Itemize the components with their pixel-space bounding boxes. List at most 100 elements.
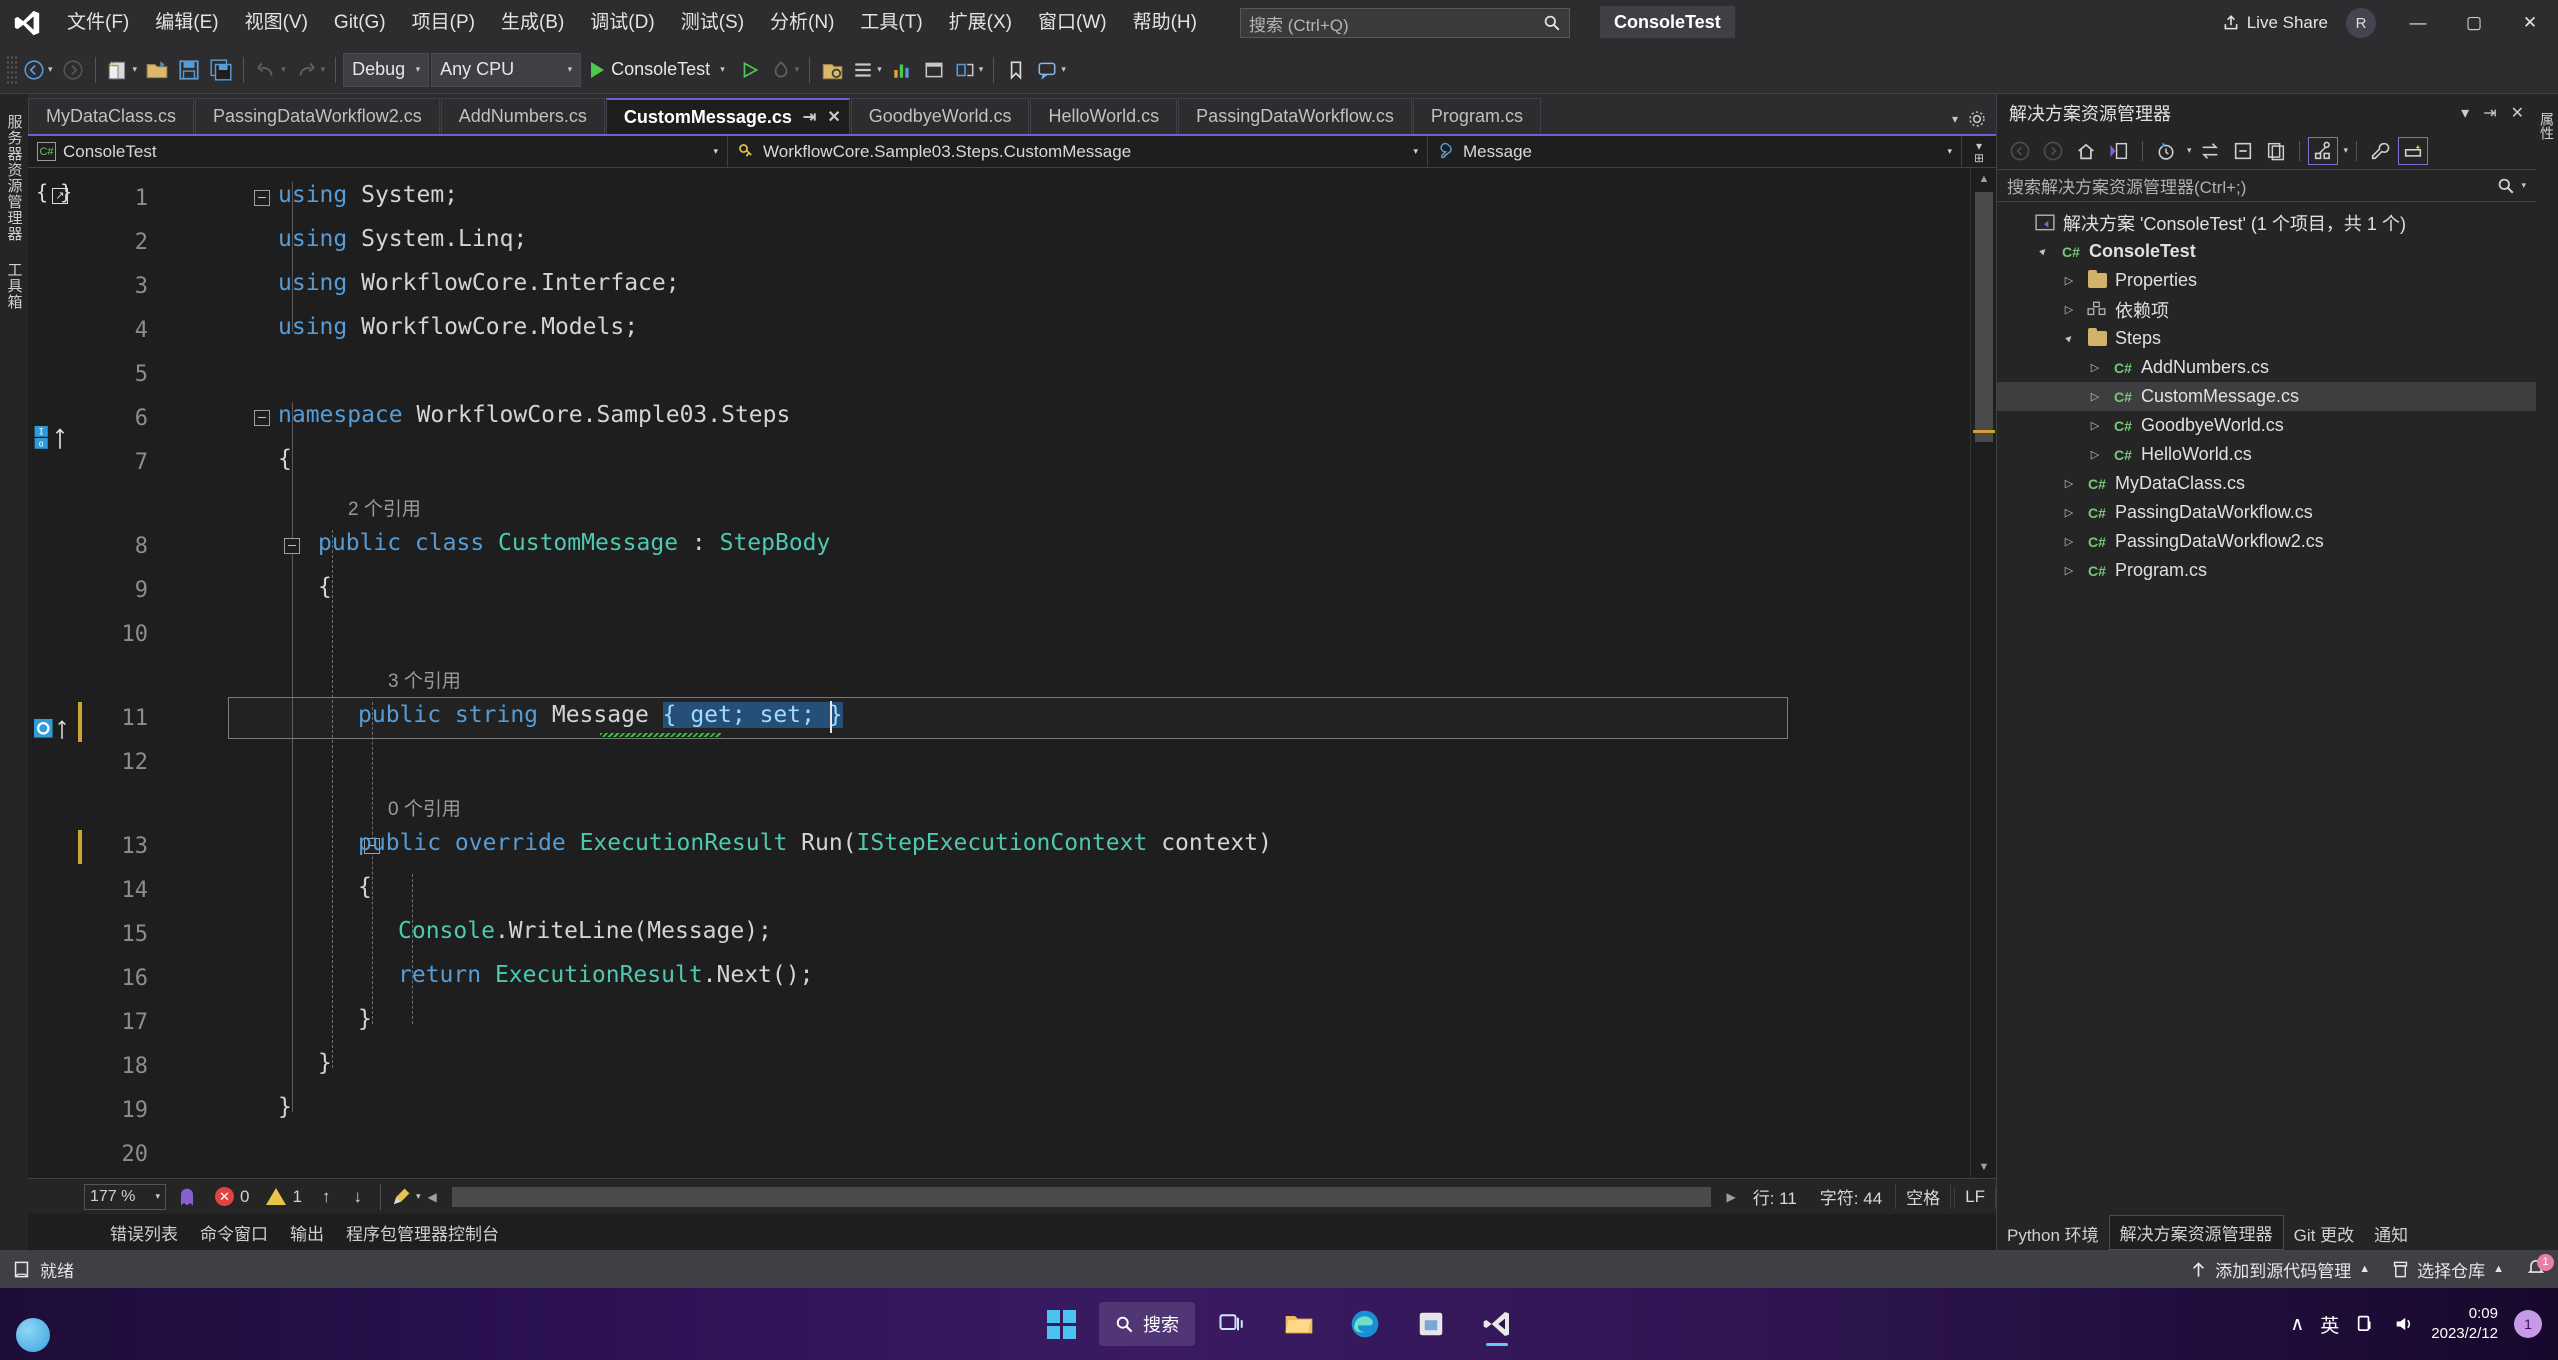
prev-issue-button[interactable]: ↑ — [312, 1187, 341, 1207]
redo-button[interactable]: ▾ — [291, 53, 329, 87]
menu-git[interactable]: Git(G) — [321, 0, 399, 46]
navbar-member-dropdown[interactable]: Message ▾ — [1428, 136, 1962, 168]
rail-tab-server-explorer[interactable]: 服务器资源管理器 — [1, 104, 28, 252]
list-view-button[interactable]: ▾ — [849, 53, 885, 87]
start-debug-button[interactable]: ConsoleTest ▾ — [583, 53, 733, 87]
global-search-input[interactable]: 搜索 (Ctrl+Q) — [1240, 8, 1570, 38]
menu-tools[interactable]: 工具(T) — [847, 0, 935, 46]
tool-tab-output[interactable]: 输出 — [290, 1220, 324, 1245]
toolbar-grip[interactable] — [6, 55, 18, 85]
editor-horizontal-scrollbar[interactable] — [452, 1187, 1712, 1207]
solution-configuration-dropdown[interactable]: Debug ▾ — [343, 53, 429, 87]
solution-tree-item[interactable]: ▷Properties — [1997, 266, 2536, 295]
zoom-level-dropdown[interactable]: 177 % ▾ — [84, 1184, 166, 1210]
code-line[interactable]: public string Message { get; set; } — [358, 702, 843, 728]
tools-caret[interactable]: ▾ — [979, 64, 984, 75]
code-line[interactable]: } — [358, 1006, 372, 1032]
list-view-caret[interactable]: ▾ — [877, 64, 882, 75]
pin-icon[interactable]: ⇥ — [2483, 103, 2496, 123]
collapsed-twisty-icon[interactable]: ▷ — [2059, 303, 2079, 316]
collapsed-twisty-icon[interactable]: ▷ — [2085, 448, 2105, 461]
navbar-type-dropdown[interactable]: WorkflowCore.Sample03.Steps.CustomMessag… — [728, 136, 1428, 168]
solution-tree-item[interactable]: ▷C#HelloWorld.cs — [1997, 440, 2536, 469]
code-line[interactable]: namespace WorkflowCore.Sample03.Steps — [278, 402, 790, 428]
menu-window[interactable]: 窗口(W) — [1025, 0, 1120, 46]
solution-tree-item[interactable]: ▷C#PassingDataWorkflow.cs — [1997, 498, 2536, 527]
code-text-area[interactable]: ––––1using System;2using System.Linq;3us… — [78, 168, 1996, 1178]
se-search-caret[interactable]: ▾ — [2521, 180, 2526, 191]
tool-tab-error-list[interactable]: 错误列表 — [110, 1220, 178, 1245]
gear-icon[interactable] — [1968, 110, 1986, 128]
hot-reload-caret[interactable]: ▾ — [795, 64, 800, 75]
notifications-button[interactable]: 1 — [2526, 1257, 2546, 1282]
collapsed-twisty-icon[interactable]: ▷ — [2059, 274, 2079, 287]
collapsed-twisty-icon[interactable]: ▷ — [2059, 564, 2079, 577]
code-fold-toggle[interactable]: – — [284, 538, 300, 554]
ghost-icon[interactable] — [175, 1185, 199, 1209]
se-view-caret[interactable]: ▾ — [2344, 145, 2349, 156]
editor-glyph-margin[interactable]: { } ↗ Io — [28, 168, 78, 1178]
menu-analyze[interactable]: 分析(N) — [757, 0, 847, 46]
solution-explorer-search-input[interactable]: 搜索解决方案资源管理器(Ctrl+;) ▾ — [1997, 170, 2536, 202]
menu-edit[interactable]: 编辑(E) — [142, 0, 231, 46]
maximize-button[interactable]: ▢ — [2446, 0, 2502, 46]
undo-caret[interactable]: ▾ — [281, 64, 286, 75]
hscroll-right-arrow[interactable]: ▶ — [1722, 1190, 1739, 1204]
code-line[interactable]: { — [278, 446, 292, 472]
taskbar-search-box[interactable]: 搜索 — [1099, 1302, 1195, 1346]
output-arrow-glyph-icon[interactable] — [34, 718, 68, 740]
solution-platform-dropdown[interactable]: Any CPU ▾ — [431, 53, 581, 87]
se-view-dependencies-button[interactable] — [2308, 137, 2338, 165]
window-layout-button[interactable] — [919, 53, 949, 87]
se-wrench-button[interactable] — [2365, 137, 2395, 165]
notification-center-badge[interactable]: 1 — [2514, 1310, 2542, 1338]
dock-tab-solution-explorer[interactable]: 解决方案资源管理器 — [2109, 1215, 2284, 1250]
codelens-reference-count[interactable]: 3 个引用 — [388, 666, 461, 693]
taskbar-search-button[interactable]: 搜索 — [1099, 1296, 1195, 1352]
hscrollbar-thumb[interactable] — [452, 1187, 1712, 1207]
expanded-twisty-icon[interactable]: ▲ — [2032, 241, 2054, 263]
menu-project[interactable]: 项目(P) — [399, 0, 488, 46]
menu-view[interactable]: 视图(V) — [232, 0, 321, 46]
solution-explorer-tree[interactable]: 解决方案 'ConsoleTest' (1 个项目，共 1 个)▲C#Conso… — [1997, 202, 2536, 1214]
indentation-indicator[interactable]: 空格 — [1895, 1184, 1951, 1209]
next-issue-button[interactable]: ↓ — [343, 1187, 372, 1207]
chart-button[interactable] — [887, 53, 917, 87]
solution-tree-item[interactable]: 解决方案 'ConsoleTest' (1 个项目，共 1 个) — [1997, 208, 2536, 237]
collapsed-twisty-icon[interactable]: ▷ — [2085, 390, 2105, 403]
document-tab-mydataclass[interactable]: MyDataClass.cs — [28, 98, 194, 134]
code-line[interactable]: { — [358, 874, 372, 900]
menu-test[interactable]: 测试(S) — [668, 0, 757, 46]
scrollbar-thumb[interactable] — [1975, 192, 1993, 442]
comment-button[interactable]: ▾ — [1033, 53, 1069, 87]
tool-tab-package-manager-console[interactable]: 程序包管理器控制台 — [346, 1220, 499, 1245]
code-line[interactable]: using WorkflowCore.Models; — [278, 314, 638, 340]
document-tab-custommessage[interactable]: CustomMessage.cs ⇥ ✕ — [606, 98, 850, 134]
error-count[interactable]: ✕ 0 — [208, 1187, 256, 1207]
taskbar-clock[interactable]: 0:09 2023/2/12 — [2431, 1304, 2498, 1345]
document-tab-program[interactable]: Program.cs — [1413, 98, 1541, 134]
menu-build[interactable]: 生成(B) — [488, 0, 577, 46]
solution-tree-item[interactable]: ▷C#CustomMessage.cs — [1997, 382, 2536, 411]
code-editor[interactable]: { } ↗ Io ––––1using System;2using System… — [28, 168, 1996, 1178]
se-pending-changes-button[interactable] — [2151, 137, 2181, 165]
document-tab-helloworld[interactable]: HelloWorld.cs — [1030, 98, 1177, 134]
hscroll-left-arrow[interactable]: ◀ — [423, 1190, 440, 1204]
container-tool-button[interactable] — [817, 53, 847, 87]
minimize-button[interactable]: — — [2390, 0, 2446, 46]
dock-tab-git-changes[interactable]: Git 更改 — [2284, 1217, 2364, 1250]
code-line[interactable]: Console.WriteLine(Message); — [398, 918, 772, 944]
se-properties-button[interactable] — [2398, 137, 2428, 165]
code-line[interactable]: } — [318, 1050, 332, 1076]
close-icon[interactable]: ✕ — [2511, 103, 2524, 123]
live-share-button[interactable]: Live Share — [2204, 13, 2346, 33]
io-arrow-glyph-icon[interactable]: Io — [34, 426, 66, 450]
start-debug-caret[interactable]: ▾ — [720, 64, 725, 75]
warning-count[interactable]: 1 — [259, 1187, 308, 1207]
open-file-button[interactable] — [142, 53, 172, 87]
codelens-reference-count[interactable]: 2 个引用 — [348, 494, 421, 521]
code-line[interactable]: using System; — [278, 182, 458, 208]
redo-caret[interactable]: ▾ — [321, 64, 326, 75]
hot-reload-button[interactable]: ▾ — [767, 53, 803, 87]
scroll-up-arrow[interactable]: ▲ — [1971, 168, 1996, 190]
